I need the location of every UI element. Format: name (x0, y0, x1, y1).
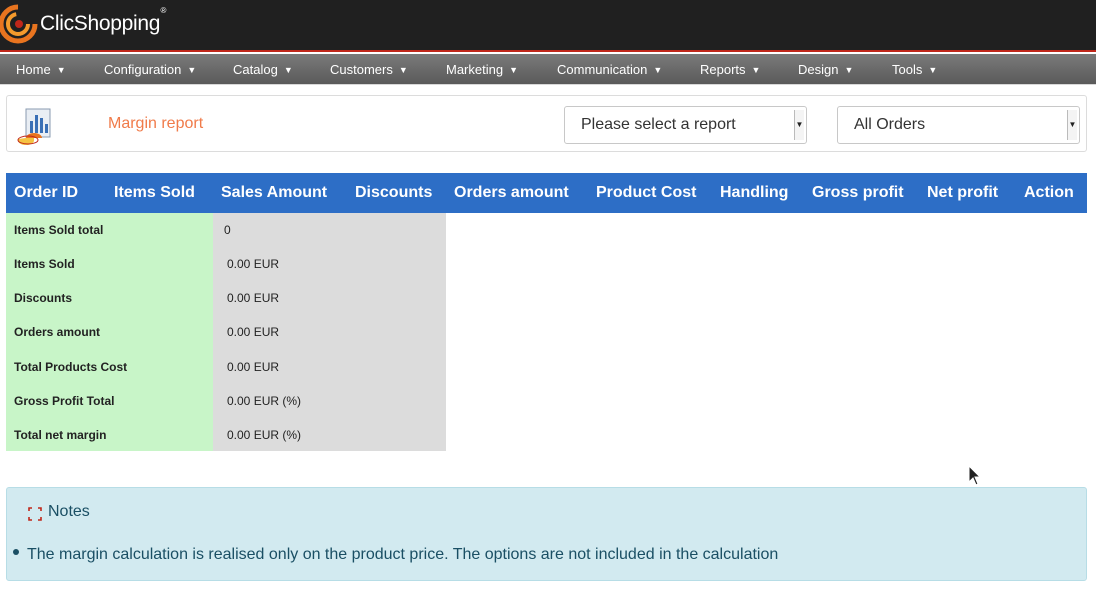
nav-reports[interactable]: Reports ▼ (700, 54, 760, 85)
nav-label: Reports (700, 62, 746, 77)
summary-value: 0.00 EUR (227, 257, 280, 271)
col-gross-profit[interactable]: Gross profit (812, 173, 904, 213)
nav-label: Tools (892, 62, 923, 77)
clicshopping-logo-icon (0, 4, 38, 44)
nav-label: Design (798, 62, 839, 77)
mouse-cursor-icon (968, 465, 982, 486)
summary-label: Items Sold (14, 257, 75, 271)
summary-value: 0.00 EUR (%) (227, 428, 302, 442)
nav-marketing[interactable]: Marketing ▼ (446, 54, 518, 85)
caret-down-icon: ▼ (56, 65, 66, 75)
bullet-icon (13, 549, 19, 555)
caret-down-icon: ▼ (1067, 110, 1077, 140)
caret-down-icon: ▼ (794, 110, 804, 140)
nav-design[interactable]: Design ▼ (798, 54, 853, 85)
nav-label: Catalog (233, 62, 278, 77)
col-discounts[interactable]: Discounts (355, 173, 432, 213)
summary-label: Gross Profit Total (14, 394, 115, 408)
orders-select-value: All Orders (854, 116, 926, 133)
summary-value: 0.00 EUR (227, 291, 280, 305)
caret-down-icon: ▼ (398, 65, 408, 75)
caret-down-icon: ▼ (928, 65, 938, 75)
main-nav: Home ▼ Configuration ▼ Catalog ▼ Customers ▼… (0, 54, 1096, 85)
notes-icon (28, 507, 42, 521)
registered-mark: ® (160, 6, 167, 15)
summary-label: Discounts (14, 291, 73, 305)
nav-communication[interactable]: Communication ▼ (557, 54, 662, 85)
nav-label: Marketing (446, 62, 504, 77)
col-net-profit[interactable]: Net profit (927, 173, 998, 213)
col-handling[interactable]: Handling (720, 173, 788, 213)
summary-label: Items Sold total (14, 223, 104, 237)
nav-configuration[interactable]: Configuration ▼ (104, 54, 196, 85)
notes-panel: Notes The margin calculation is realised… (6, 487, 1087, 581)
summary-values: 0 0.00 EUR 0.00 EUR 0.00 EUR 0.00 EUR 0.… (213, 213, 446, 451)
summary-value: 0.00 EUR (227, 325, 280, 339)
margin-summary: Items Sold total Items Sold Discounts Or… (6, 213, 446, 451)
notes-title: Notes (48, 503, 90, 520)
summary-labels: Items Sold total Items Sold Discounts Or… (6, 213, 213, 451)
summary-label: Orders amount (14, 325, 101, 339)
col-order-id[interactable]: Order ID (14, 173, 78, 213)
margin-table-header: Order ID Items Sold Sales Amount Discoun… (6, 173, 1087, 213)
nav-catalog[interactable]: Catalog ▼ (233, 54, 293, 85)
notes-item: The margin calculation is realised only … (27, 546, 779, 563)
nav-label: Configuration (104, 62, 182, 77)
summary-label: Total Products Cost (14, 360, 128, 374)
orders-filter-select[interactable]: All Orders ▼ (837, 106, 1080, 144)
caret-down-icon: ▼ (509, 65, 518, 75)
caret-down-icon: ▼ (283, 65, 293, 75)
col-orders-amount[interactable]: Orders amount (454, 173, 569, 213)
col-items-sold[interactable]: Items Sold (114, 173, 195, 213)
summary-value: 0.00 EUR (%) (227, 394, 302, 408)
top-header: ClicShopping ® (0, 0, 1096, 52)
page-title: Margin report (108, 115, 204, 132)
nav-label: Home (16, 62, 51, 77)
caret-down-icon: ▼ (187, 65, 197, 75)
col-sales-amount[interactable]: Sales Amount (221, 173, 327, 213)
nav-label: Communication (557, 62, 648, 77)
brand-logo[interactable]: ClicShopping ® (0, 4, 167, 44)
col-product-cost[interactable]: Product Cost (596, 173, 696, 213)
summary-value: 0.00 EUR (227, 360, 280, 374)
col-action: Action (1024, 184, 1074, 201)
nav-customers[interactable]: Customers ▼ (330, 54, 408, 85)
caret-down-icon: ▼ (653, 65, 663, 75)
caret-down-icon: ▼ (844, 65, 854, 75)
nav-home[interactable]: Home ▼ (16, 54, 66, 85)
nav-tools[interactable]: Tools ▼ (892, 54, 937, 85)
caret-down-icon: ▼ (751, 65, 761, 75)
report-select[interactable]: Please select a report ▼ (564, 106, 807, 144)
report-chart-icon (17, 108, 51, 145)
nav-label: Customers (330, 62, 393, 77)
brand-name: ClicShopping ® (40, 6, 167, 35)
summary-label: Total net margin (14, 428, 107, 442)
report-select-value: Please select a report (581, 116, 736, 133)
summary-value: 0 (224, 223, 231, 237)
